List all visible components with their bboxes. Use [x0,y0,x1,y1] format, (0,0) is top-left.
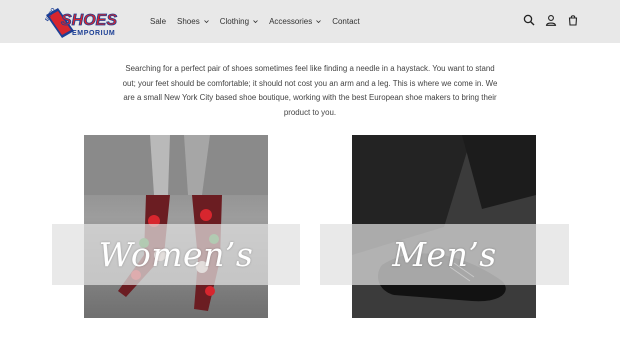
account-icon[interactable] [544,13,558,27]
search-icon[interactable] [522,13,536,27]
cart-icon[interactable] [566,13,580,27]
nav-item-accessories[interactable]: Accessories [269,17,321,26]
nav-item-shoes[interactable]: Shoes [177,17,209,26]
euro-shoes-emporium-logo: EURO SHOES EMPORIUM [44,7,118,38]
nav-item-label: Sale [150,16,167,26]
womens-collection-label: Women’s [98,235,254,274]
womens-collection-caption [138,336,178,343]
nav-item-label: Shoes [177,16,200,26]
svg-text:EMPORIUM: EMPORIUM [72,30,115,37]
chevron-down-icon [203,19,209,23]
main-nav: Sale Shoes Clothing Accessories Contact [150,14,371,28]
nav-item-label: Accessories [269,16,313,26]
chevron-down-icon [253,19,258,23]
nav-item-clothing[interactable]: Clothing [220,17,258,26]
chevron-down-icon [316,19,321,23]
svg-text:SHOES: SHOES [61,12,117,29]
nav-item-label: Clothing [219,16,250,26]
brand-logo[interactable]: EURO SHOES EMPORIUM [44,5,132,39]
nav-item-sale[interactable]: Sale [150,17,166,26]
mens-collection-banner[interactable]: Men’s [320,224,569,285]
mens-collection-label: Men’s [392,235,497,274]
mens-collection-caption [414,336,454,343]
nav-item-contact[interactable]: Contact [332,17,360,26]
womens-collection-banner[interactable]: Women’s [52,224,300,285]
intro-text: Searching for a perfect pair of shoes so… [122,64,498,117]
site-header: EURO SHOES EMPORIUM Sale Shoes Clothing … [0,0,620,43]
nav-item-label: Contact [332,16,360,26]
header-icons [514,13,580,27]
